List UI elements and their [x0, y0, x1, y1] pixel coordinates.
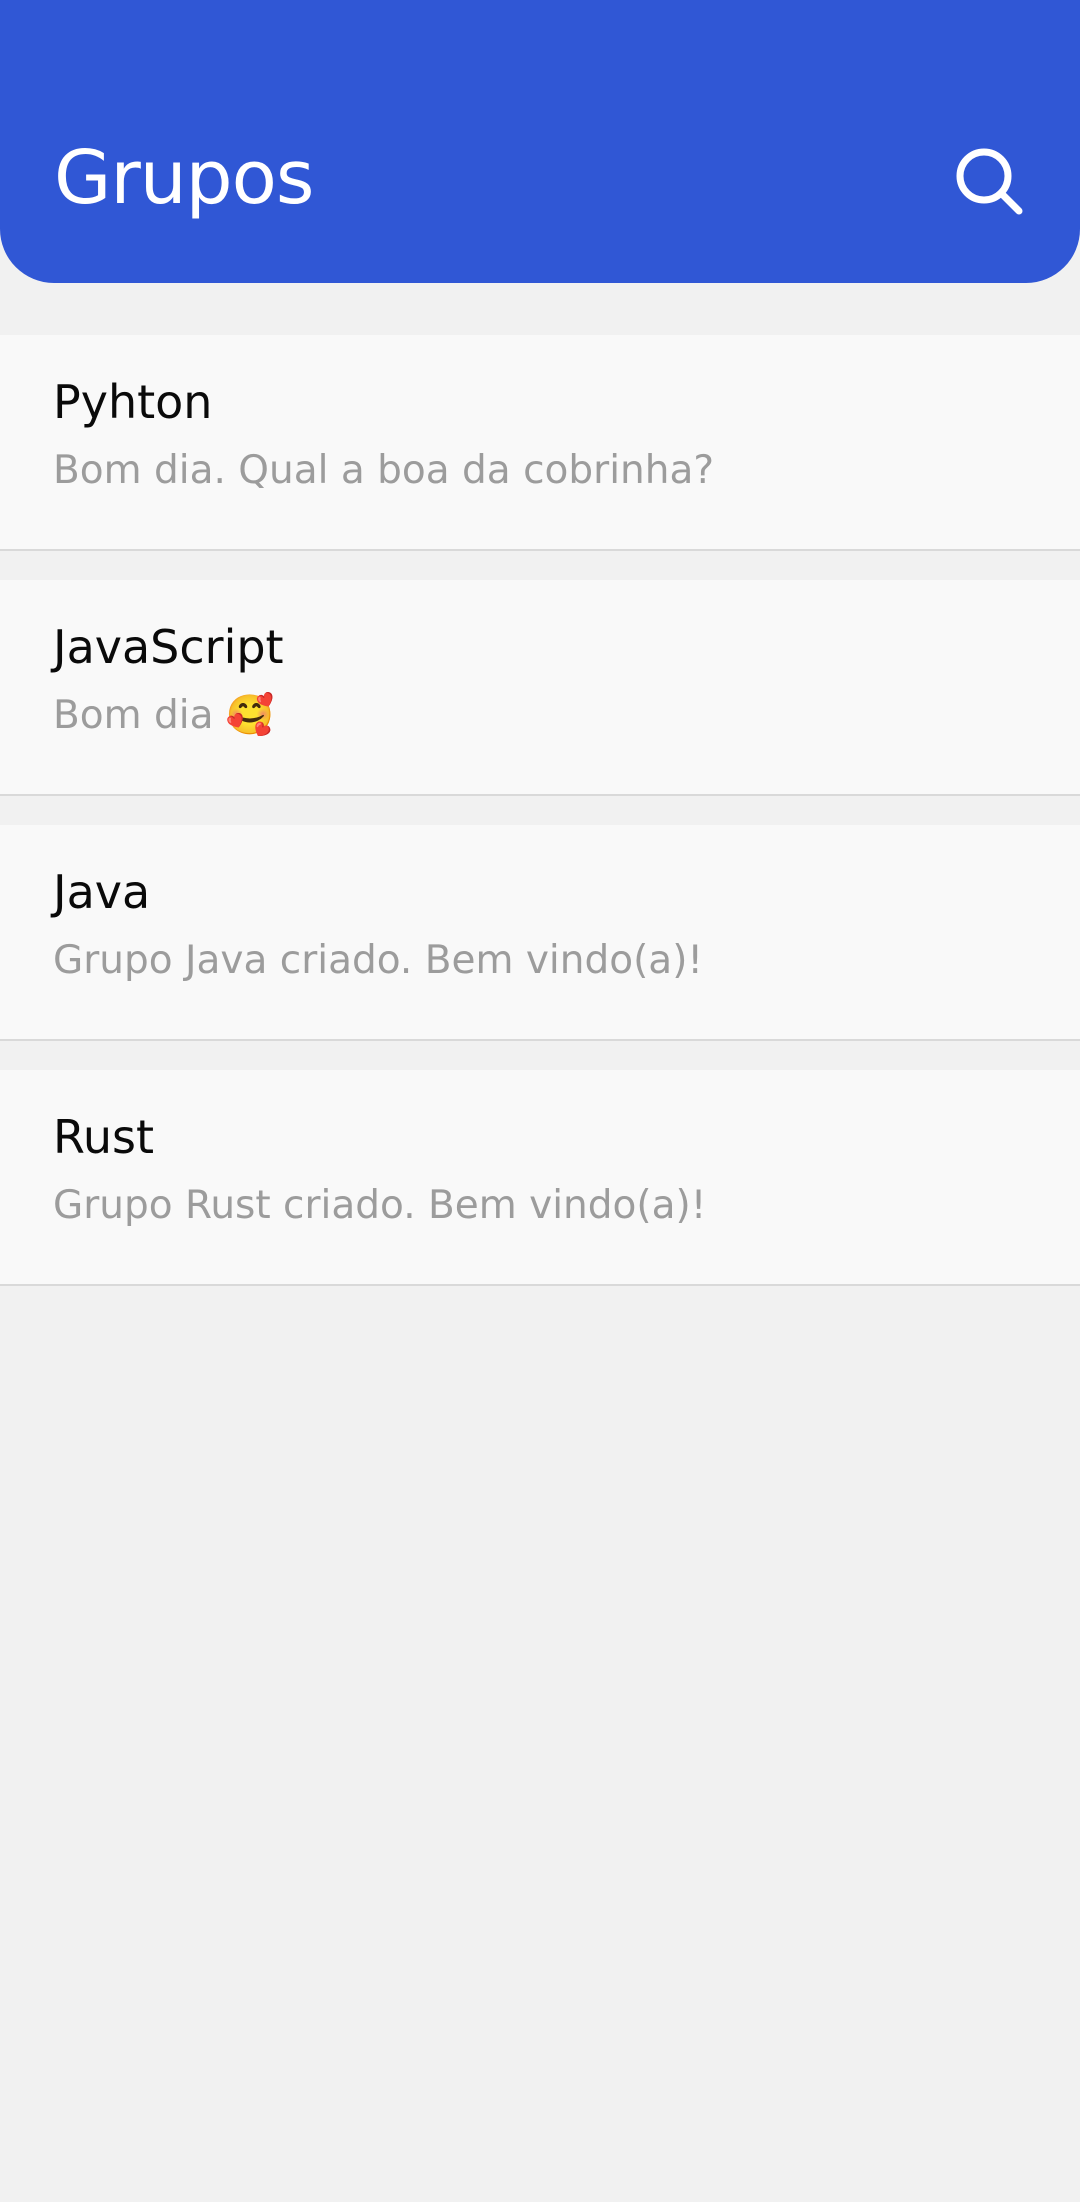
group-list-item[interactable]: Java Grupo Java criado. Bem vindo(a)!: [0, 825, 1080, 1041]
group-list-item[interactable]: Pyhton Bom dia. Qual a boa da cobrinha?: [0, 335, 1080, 551]
group-name: JavaScript: [53, 620, 284, 674]
group-list: Pyhton Bom dia. Qual a boa da cobrinha? …: [0, 335, 1080, 1315]
group-name: Java: [53, 865, 151, 919]
group-last-message: Grupo Rust criado. Bem vindo(a)!: [53, 1183, 707, 1228]
group-name: Rust: [53, 1110, 155, 1164]
group-last-message: Grupo Java criado. Bem vindo(a)!: [53, 938, 704, 983]
page-title: Grupos: [54, 135, 314, 221]
search-icon: [956, 148, 1023, 215]
app-header: Grupos: [0, 0, 1080, 283]
group-list-item[interactable]: Rust Grupo Rust criado. Bem vindo(a)!: [0, 1070, 1080, 1286]
group-list-item[interactable]: JavaScript Bom dia 🥰: [0, 580, 1080, 796]
group-name: Pyhton: [53, 375, 213, 429]
group-last-message: Bom dia. Qual a boa da cobrinha?: [53, 448, 715, 493]
search-button[interactable]: [944, 136, 1034, 226]
group-last-message: Bom dia 🥰: [53, 693, 275, 738]
